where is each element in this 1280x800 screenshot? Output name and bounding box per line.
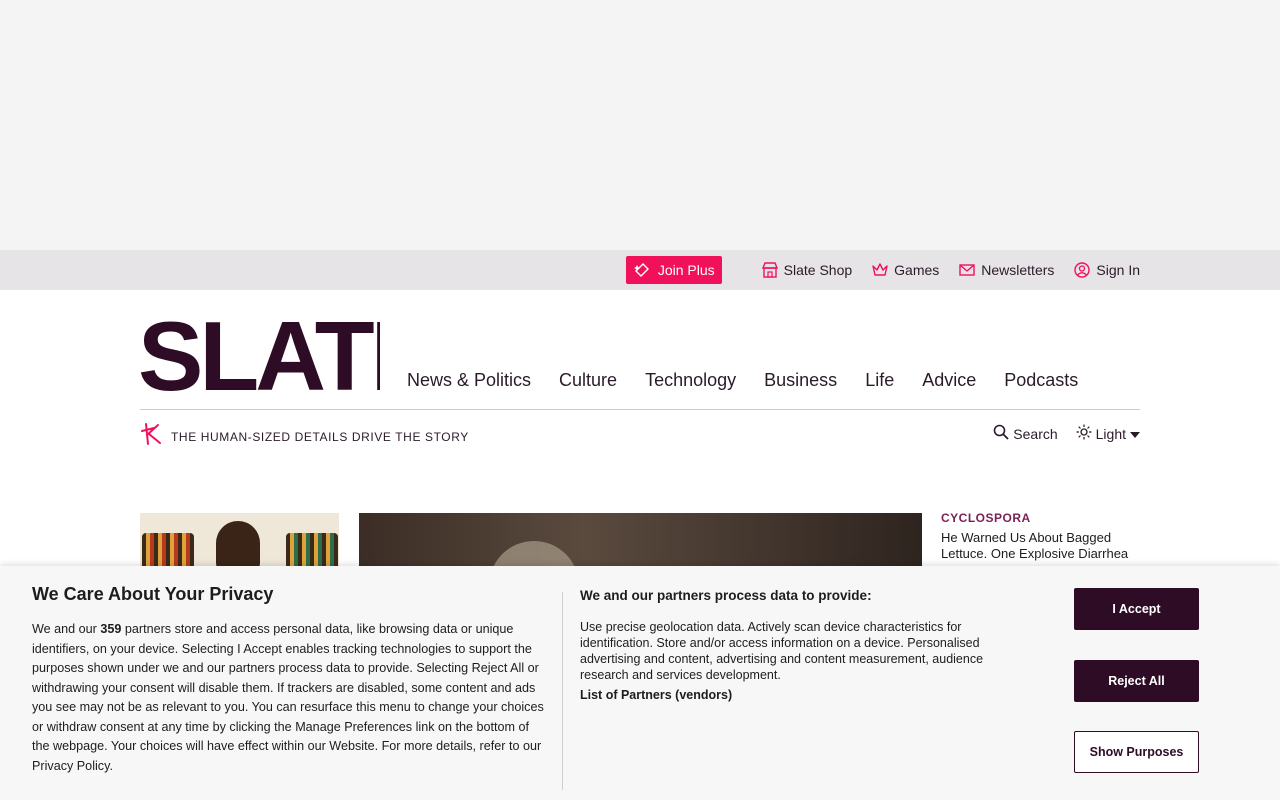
newsletters-link[interactable]: Newsletters (959, 262, 1054, 278)
accept-button[interactable]: I Accept (1074, 588, 1199, 630)
privacy-divider (562, 592, 563, 790)
sign-in-label: Sign In (1096, 262, 1140, 278)
header-divider (140, 409, 1140, 410)
theme-label: Light (1095, 425, 1126, 442)
slate-shop-label: Slate Shop (783, 262, 853, 278)
nav-advice[interactable]: Advice (922, 370, 976, 391)
purposes-text: Use precise geolocation data. Actively s… (580, 620, 984, 682)
shop-icon (761, 262, 778, 278)
join-plus-button[interactable]: Join Plus (625, 256, 722, 284)
nav-culture[interactable]: Culture (559, 370, 617, 391)
nav-business[interactable]: Business (764, 370, 837, 391)
main-nav: News & Politics Culture Technology Busin… (407, 370, 1106, 391)
caret-down-icon (1130, 426, 1140, 442)
privacy-body-intro: We and our (32, 622, 101, 636)
privacy-title: We Care About Your Privacy (32, 584, 274, 604)
tagline-text: THE HUMAN-SIZED DETAILS DRIVE THE STORY (171, 429, 469, 444)
partners-link[interactable]: List of Partners (vendors) (580, 688, 1010, 702)
story-kicker: CYCLOSPORA (941, 511, 1031, 525)
purposes-section: We and our partners process data to prov… (580, 588, 1010, 702)
logo-wordmark: SLATE (140, 318, 380, 392)
search-label: Search (1013, 425, 1058, 442)
join-plus-label: Join Plus (657, 262, 715, 278)
header-tools: Search Light (993, 424, 1140, 443)
privacy-consent-banner: We Care About Your Privacy We and our 35… (0, 566, 1280, 800)
slate-logo[interactable]: SLATE (140, 318, 380, 392)
story-thumbnail-image[interactable] (140, 513, 339, 573)
lead-story-image[interactable] (359, 513, 922, 573)
nav-podcasts[interactable]: Podcasts (1004, 370, 1078, 391)
crown-icon (872, 262, 888, 278)
user-icon (1074, 262, 1091, 278)
story-headline[interactable]: He Warned Us About Bagged Lettuce. One E… (941, 530, 1141, 562)
side-story[interactable]: CYCLOSPORA He Warned Us About Bagged Let… (941, 511, 1141, 562)
spark-mark-icon (140, 422, 162, 451)
sparkle-ticket-icon (633, 262, 650, 278)
sun-icon (1076, 424, 1092, 443)
games-link[interactable]: Games (872, 262, 939, 278)
reject-all-button[interactable]: Reject All (1074, 660, 1199, 702)
utility-bar: Join Plus Slate Shop Games Newsletters S… (0, 250, 1280, 290)
nav-technology[interactable]: Technology (645, 370, 736, 391)
purposes-title: We and our partners process data to prov… (580, 588, 872, 603)
site-header: SLATE News & Politics Culture Technology… (140, 290, 1140, 490)
partner-count: 359 (100, 622, 122, 636)
newsletters-label: Newsletters (981, 262, 1055, 278)
privacy-body-text: partners store and access personal data,… (32, 622, 544, 773)
tagline: THE HUMAN-SIZED DETAILS DRIVE THE STORY (140, 422, 469, 451)
privacy-body: We and our 359 partners store and access… (32, 620, 548, 776)
show-purposes-button[interactable]: Show Purposes (1074, 731, 1199, 773)
theme-toggle[interactable]: Light (1076, 424, 1140, 443)
ad-space (0, 0, 1280, 250)
sign-in-link[interactable]: Sign In (1074, 262, 1140, 278)
search-button[interactable]: Search (993, 424, 1058, 443)
slate-shop-link[interactable]: Slate Shop (761, 262, 853, 278)
games-label: Games (894, 262, 940, 278)
envelope-icon (959, 262, 975, 278)
nav-news-politics[interactable]: News & Politics (407, 370, 531, 391)
nav-life[interactable]: Life (865, 370, 894, 391)
search-icon (993, 424, 1009, 443)
